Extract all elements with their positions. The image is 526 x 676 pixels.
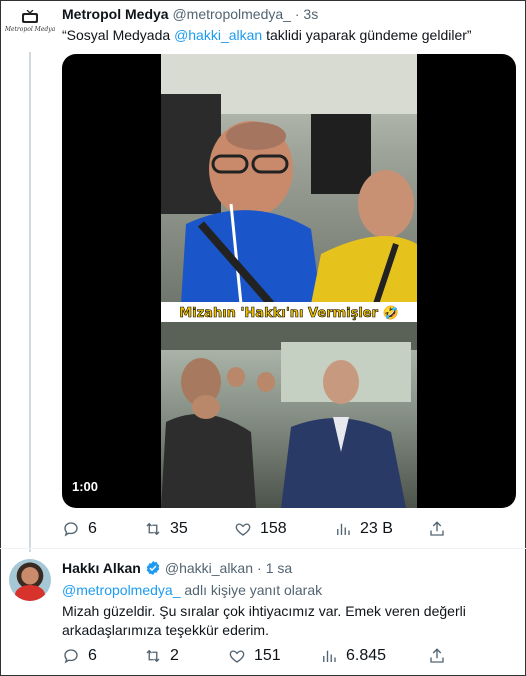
avatar-logo-text: Metropol Medya	[4, 26, 56, 33]
like-count: 158	[260, 520, 287, 537]
hakki-alkan-avatar[interactable]	[9, 559, 51, 601]
author-handle[interactable]: @metropolmedya_	[172, 6, 291, 22]
video-duration: 1:00	[72, 479, 99, 494]
verified-icon	[146, 561, 160, 575]
video-caption-band: Mizahın 'Hakkı'nı Vermişler 🤣	[161, 302, 417, 324]
video-frame-bottom-illustration	[161, 322, 417, 508]
author-name[interactable]: Metropol Medya	[62, 6, 169, 22]
avatar-shirt	[15, 585, 45, 601]
tweet-text-after: taklidi yaparak gündeme geldiler”	[262, 27, 472, 43]
reply-icon	[64, 649, 78, 664]
reply-time[interactable]: 1 sa	[266, 560, 292, 576]
reply-button[interactable]: 6	[62, 520, 97, 538]
reply-retweet-count: 2	[170, 647, 179, 664]
views-button[interactable]: 23 B	[334, 520, 393, 538]
tweet-text-before: “Sosyal Medyada	[62, 27, 175, 43]
reply-like-button[interactable]: 151	[228, 647, 281, 665]
reply-text: Mizah güzeldir. Şu sıralar çok ihtiyacım…	[62, 603, 466, 638]
metropol-avatar[interactable]: Metropol Medya	[5, 6, 55, 46]
like-icon	[229, 650, 245, 663]
share-icon	[430, 648, 444, 663]
retweet-count: 35	[170, 520, 188, 537]
video-player[interactable]: Mizahın 'Hakkı'nı Vermişler 🤣 1:00	[62, 54, 516, 508]
header-separator: ·	[294, 6, 300, 22]
reply-views-count: 6.845	[346, 647, 387, 664]
retweet-button[interactable]: 35	[144, 520, 188, 538]
reply-share-button[interactable]	[428, 647, 446, 665]
tweet-mention-link[interactable]: @hakki_alkan	[174, 27, 262, 43]
retweet-icon	[146, 649, 160, 663]
reply-author-name[interactable]: Hakkı Alkan	[62, 560, 141, 576]
reply-views-button[interactable]: 6.845	[320, 647, 386, 665]
reply-reply-count: 6	[88, 647, 97, 664]
tweet-divider	[0, 548, 526, 549]
video-frame-bottom	[161, 322, 417, 508]
tweet-text: “Sosyal Medyada @hakki_alkan taklidi yap…	[62, 27, 472, 43]
reply-like-count: 151	[254, 647, 281, 664]
like-button[interactable]: 158	[234, 520, 287, 538]
tweet-header: Metropol Medya @metropolmedya_ · 3s	[62, 6, 318, 22]
reply-header: Hakkı Alkan @hakki_alkan · 1 sa	[62, 560, 292, 576]
video-frame-top	[161, 54, 417, 304]
replying-to: @metropolmedya_ adlı kişiye yanıt olarak	[62, 582, 322, 598]
like-icon	[235, 523, 251, 536]
video-frame-top-illustration	[161, 54, 417, 304]
tv-icon	[22, 10, 38, 23]
tweet-time[interactable]: 3s	[303, 6, 318, 22]
replying-to-mention[interactable]: @metropolmedya_	[62, 582, 181, 598]
reply-author-handle[interactable]: @hakki_alkan	[165, 560, 253, 576]
views-icon	[337, 523, 350, 535]
share-icon	[430, 521, 444, 536]
replying-to-suffix: adlı kişiye yanıt olarak	[180, 582, 323, 598]
reply-header-separator: ·	[257, 560, 262, 576]
retweet-icon	[146, 522, 160, 536]
video-caption: Mizahın 'Hakkı'nı Vermişler 🤣	[179, 305, 399, 321]
reply-icon	[64, 522, 78, 537]
reply-retweet-button[interactable]: 2	[144, 647, 179, 665]
thread-line	[29, 52, 31, 552]
reply-count: 6	[88, 520, 97, 537]
views-count: 23 B	[360, 520, 393, 537]
reply-reply-button[interactable]: 6	[62, 647, 97, 665]
share-button[interactable]	[428, 520, 446, 538]
views-icon	[323, 650, 336, 662]
